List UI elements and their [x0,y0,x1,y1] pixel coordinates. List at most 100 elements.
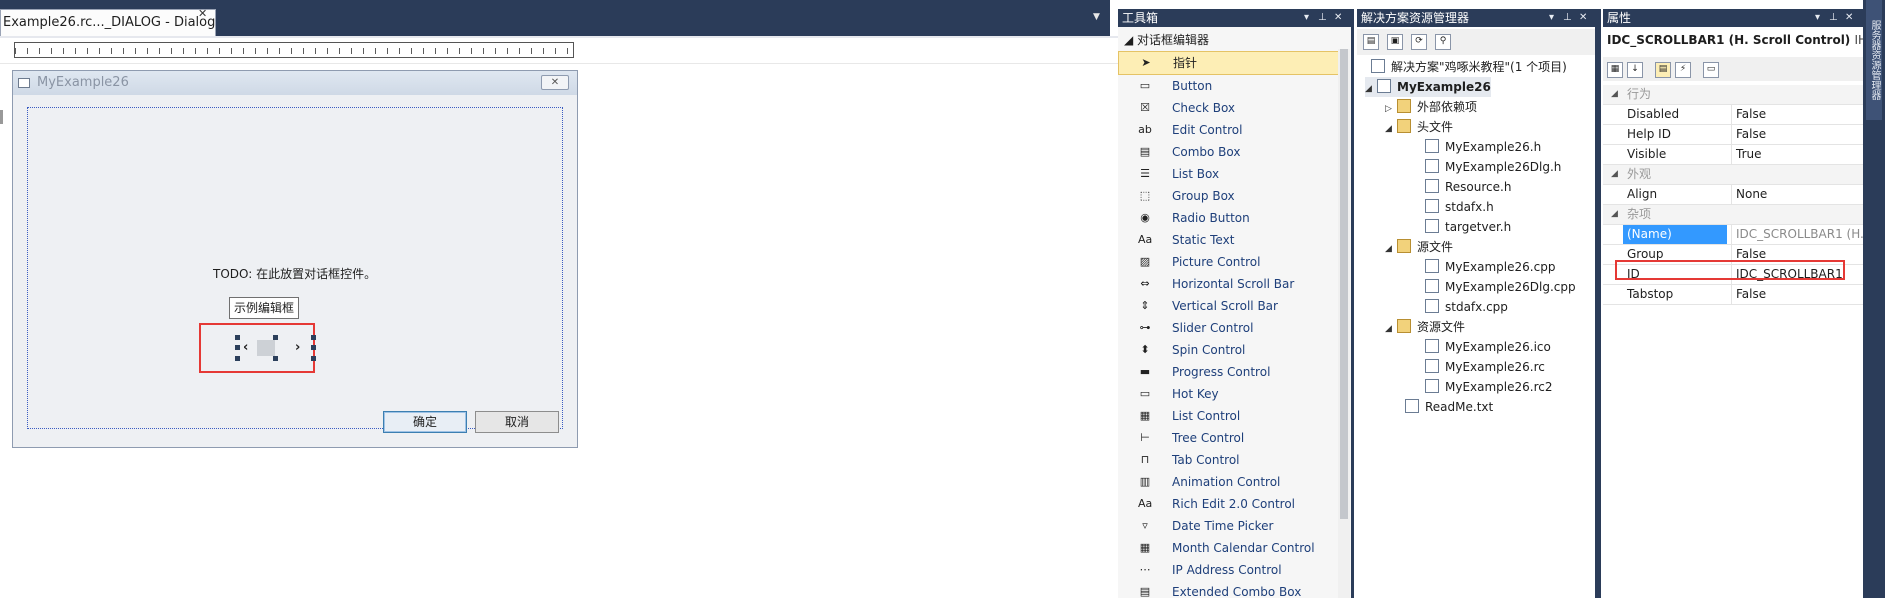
external-deps-node[interactable]: ▷ 外部依赖项 [1385,97,1477,117]
property-row[interactable]: Help ID False [1603,125,1863,145]
file-node[interactable]: Resource.h [1425,177,1511,197]
property-row[interactable]: Align None [1603,185,1863,205]
toolbox-item[interactable]: ⇕ Vertical Scroll Bar [1118,295,1340,317]
solution-node[interactable]: 解决方案"鸡啄米教程"(1 个项目) [1371,57,1567,77]
collapse-arrow-icon[interactable]: ◢ [1385,119,1397,139]
pin-icon[interactable]: ⊥ [1318,9,1333,27]
toolbox-item[interactable]: Aa Rich Edit 2.0 Control [1118,493,1340,515]
toolbox-item[interactable]: ▭ Hot Key [1118,383,1340,405]
properties-icon[interactable]: ▤ [1655,62,1671,78]
chevron-right-icon[interactable]: › [295,340,300,355]
collapse-arrow-icon[interactable]: ◢ [1385,239,1397,259]
property-object-selector[interactable]: IDC_SCROLLBAR1 (H. Scroll Control) IH: ▾ [1607,33,1881,47]
toolbox-item[interactable]: ▦ Month Calendar Control [1118,537,1340,559]
sample-edit-box[interactable]: 示例编辑框 [229,297,299,319]
property-value[interactable]: False [1731,125,1866,144]
pane-options-icon[interactable]: ▾ [1815,9,1826,27]
headers-folder-node[interactable]: ◢ 头文件 [1385,117,1453,137]
file-node[interactable]: ReadMe.txt [1405,397,1493,417]
property-row[interactable]: Disabled False [1603,105,1863,125]
toolbox-item[interactable]: ▿ Date Time Picker [1118,515,1340,537]
toolbox-item[interactable]: ▥ Animation Control [1118,471,1340,493]
show-all-files-icon[interactable]: ▣ [1387,34,1403,50]
property-category[interactable]: ◢ 行为 [1603,85,1863,105]
toolbox-item[interactable]: ⊢ Tree Control [1118,427,1340,449]
file-node[interactable]: targetver.h [1425,217,1511,237]
collapse-arrow-icon[interactable]: ◢ [1611,85,1618,104]
sources-folder-node[interactable]: ◢ 源文件 [1385,237,1453,257]
toolbox-item[interactable]: ◉ Radio Button [1118,207,1340,229]
dialog-window[interactable]: MyExample26 ✕ TODO: 在此放置对话框控件。 示例编辑框 ‹ ›… [12,70,578,448]
editor-tab[interactable]: Example26.rc..._DIALOG - Dialog [0,9,216,36]
close-icon[interactable]: ✕ [541,75,569,90]
collapse-arrow-icon[interactable]: ◢ [1611,165,1618,184]
refresh-icon[interactable]: ⟳ [1411,34,1427,50]
file-node[interactable]: stdafx.cpp [1425,297,1508,317]
file-node[interactable]: MyExample26.rc [1425,357,1545,377]
toolbox-item[interactable]: ⇔ Horizontal Scroll Bar [1118,273,1340,295]
resize-handle[interactable] [311,356,316,361]
file-node[interactable]: MyExample26Dlg.cpp [1425,277,1576,297]
toolbox-item[interactable]: ▦ List Control [1118,405,1340,427]
ok-button[interactable]: 确定 [383,411,467,433]
toolbox-item[interactable]: ⬍ Spin Control [1118,339,1340,361]
scroll-thumb[interactable] [1340,49,1348,519]
pin-icon[interactable]: ⊥ [1829,9,1844,27]
scroll-thumb[interactable] [257,340,275,356]
property-value[interactable]: True [1731,145,1866,164]
property-row[interactable]: Visible True [1603,145,1863,165]
horizontal-scroll-control[interactable]: ‹ › [235,335,319,361]
pane-options-icon[interactable]: ▾ [1549,9,1560,27]
toolbox-item[interactable]: ☒ Check Box [1118,97,1340,119]
collapse-arrow-icon[interactable]: ◢ [1365,79,1377,99]
property-pages-icon[interactable]: ▭ [1703,62,1719,78]
project-node[interactable]: ◢ MyExample26 [1365,77,1491,97]
close-icon[interactable]: ✕ [1845,9,1859,27]
property-value[interactable]: None [1731,185,1866,204]
pin-icon[interactable]: ⊥ [1563,9,1578,27]
toolbox-item[interactable]: ▨ Picture Control [1118,251,1340,273]
property-row[interactable]: Tabstop False [1603,285,1863,305]
toolbox-item[interactable]: ab Edit Control [1118,119,1340,141]
resize-handle[interactable] [235,335,240,340]
property-value[interactable]: False [1731,105,1866,124]
expand-arrow-icon[interactable]: ▷ [1385,99,1397,119]
resize-handle[interactable] [311,345,316,350]
view-class-diagram-icon[interactable]: ⚲ [1435,34,1451,50]
property-category[interactable]: ◢ 杂项 [1603,205,1863,225]
cancel-button[interactable]: 取消 [475,411,559,433]
scrollbar[interactable] [1338,49,1350,598]
toolbox-item[interactable]: ➤ 指针 [1118,51,1340,75]
resize-handle[interactable] [235,345,240,350]
file-node[interactable]: MyExample26.ico [1425,337,1551,357]
categorized-icon[interactable]: ▦ [1607,62,1623,78]
chevron-left-icon[interactable]: ‹ [243,340,248,355]
toolbox-item[interactable]: Aa Static Text [1118,229,1340,251]
toolbox-item[interactable]: ⊓ Tab Control [1118,449,1340,471]
toolbox-item[interactable]: ⬚ Group Box [1118,185,1340,207]
property-row-selected[interactable]: (Name) IDC_SCROLLBAR1 (H. S [1603,225,1866,245]
toolbox-item[interactable]: ⊶ Slider Control [1118,317,1340,339]
close-icon[interactable]: ✕ [1334,9,1348,27]
pane-options-icon[interactable]: ▾ [1304,9,1315,27]
resources-folder-node[interactable]: ◢ 资源文件 [1385,317,1465,337]
toolbox-item[interactable]: ▬ Progress Control [1118,361,1340,383]
file-node[interactable]: MyExample26.h [1425,137,1541,157]
file-node[interactable]: MyExample26.rc2 [1425,377,1553,397]
toolbox-item[interactable]: ▤ Combo Box [1118,141,1340,163]
alphabetical-icon[interactable]: ↓ [1627,62,1643,78]
collapse-arrow-icon[interactable]: ◢ [1385,319,1397,339]
property-category[interactable]: ◢ 外观 [1603,165,1863,185]
resize-handle[interactable] [235,356,240,361]
file-node[interactable]: MyExample26Dlg.h [1425,157,1561,177]
toolbox-group-header[interactable]: ◢ 对话框编辑器 [1118,31,1338,49]
collapse-arrow-icon[interactable]: ◢ [1611,205,1618,224]
toolbox-item[interactable]: ▤ Extended Combo Box [1118,581,1340,603]
toolbox-item[interactable]: ⋯ IP Address Control [1118,559,1340,581]
static-text[interactable]: TODO: 在此放置对话框控件。 [213,265,376,282]
events-icon[interactable]: ⚡ [1675,62,1691,78]
resize-handle[interactable] [311,335,316,340]
resize-handle[interactable] [273,356,278,361]
chevron-down-icon[interactable]: ▼ [1093,12,1100,22]
server-explorer-tab[interactable]: 服务器资源管理器 [1866,0,1882,120]
